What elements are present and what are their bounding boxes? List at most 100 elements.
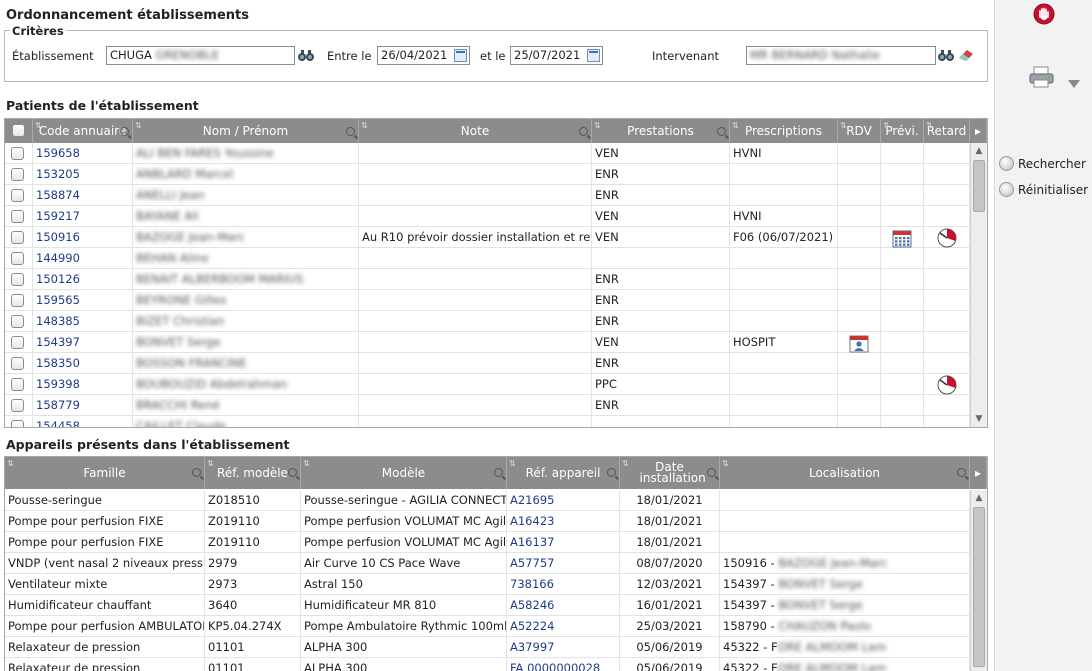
sort-icon[interactable]: ⇅ xyxy=(509,458,516,469)
table-row[interactable]: Humidificateur chauffant 3640 Humidificate… xyxy=(5,595,970,616)
row-checkbox[interactable] xyxy=(11,189,24,202)
row-checkbox[interactable] xyxy=(11,168,24,181)
cell-code[interactable]: 158779 xyxy=(33,395,133,416)
column-header-date[interactable]: Date installation ⇅ xyxy=(620,457,720,489)
search-icon[interactable] xyxy=(607,468,616,477)
cell-refapp[interactable]: FA 0000000028 xyxy=(507,658,620,671)
search-icon[interactable] xyxy=(579,127,588,136)
search-icon[interactable] xyxy=(346,127,355,136)
sort-icon[interactable]: ⇅ xyxy=(926,120,933,131)
table-row[interactable]: 159658 ALI BEN FARES Youssine VEN HVNI xyxy=(5,143,970,164)
row-checkbox[interactable] xyxy=(11,210,24,223)
cell-refapp[interactable]: A52224 xyxy=(507,616,620,637)
column-menu-icon[interactable]: ▸ xyxy=(970,119,987,143)
column-header-famille[interactable]: Famille ⇅ xyxy=(5,457,205,489)
table-row[interactable]: 150916 BAZOGE Jean-Marc Au R10 prévoir dos… xyxy=(5,227,970,248)
cell-code[interactable]: 150916 xyxy=(33,227,133,248)
cell-refapp[interactable]: A16137 xyxy=(507,532,620,553)
column-header-chk[interactable] xyxy=(5,119,33,143)
cell-refapp[interactable]: A21695 xyxy=(507,490,620,511)
table-row[interactable]: Relaxateur de pression 01101 ALPHA 300 FA 0… xyxy=(5,658,970,671)
sort-icon[interactable]: ⇅ xyxy=(35,120,42,131)
cell-code[interactable]: 159217 xyxy=(33,206,133,227)
table-row[interactable]: Pompe pour perfusion FIXE Z019110 Pompe pe… xyxy=(5,511,970,532)
cell-code[interactable]: 159565 xyxy=(33,290,133,311)
devices-scrollbar[interactable]: ▲ xyxy=(970,490,987,671)
cell-refapp[interactable]: A57757 xyxy=(507,553,620,574)
row-checkbox[interactable] xyxy=(11,294,24,307)
intervenant-input[interactable]: MR BERNARD Nathalie xyxy=(746,46,936,65)
table-row[interactable]: Relaxateur de pression 01101 ALPHA 300 A379… xyxy=(5,637,970,658)
column-header-refmod[interactable]: Réf. modèle ⇅ xyxy=(205,457,301,489)
calendar-icon[interactable] xyxy=(587,49,600,62)
sort-icon[interactable]: ⇅ xyxy=(207,458,214,469)
delay-pie-icon[interactable] xyxy=(937,228,957,248)
column-header-presc[interactable]: Prescriptions ⇅ xyxy=(730,119,838,143)
table-row[interactable]: 153205 ANBLARD Marcel ENR xyxy=(5,164,970,185)
cell-refapp[interactable]: 738166 xyxy=(507,574,620,595)
column-header-retard[interactable]: Retard ⇅ xyxy=(924,119,970,143)
scroll-down-icon[interactable]: ▼ xyxy=(973,412,985,426)
calendar-appointment-icon[interactable] xyxy=(849,333,869,353)
cell-code[interactable]: 154458 xyxy=(33,416,133,427)
sort-icon[interactable]: ⇅ xyxy=(722,458,729,469)
patients-scrollbar[interactable]: ▲ ▼ xyxy=(970,143,987,427)
column-menu-icon[interactable]: ▸ xyxy=(970,457,987,489)
sort-icon[interactable]: ⇅ xyxy=(732,120,739,131)
cell-code[interactable]: 159658 xyxy=(33,143,133,164)
column-header-code[interactable]: Code annuaire ⇅ xyxy=(33,119,133,143)
table-row[interactable]: 154397 BONVET Serge VEN HOSPIT xyxy=(5,332,970,353)
row-checkbox[interactable] xyxy=(11,231,24,244)
reset-button[interactable]: Réinitialiser xyxy=(999,182,1088,197)
table-row[interactable]: Pompe pour perfusion FIXE Z019110 Pompe pe… xyxy=(5,532,970,553)
row-checkbox[interactable] xyxy=(11,357,24,370)
select-all-checkbox[interactable] xyxy=(12,124,25,137)
calendar-forecast-icon[interactable] xyxy=(892,228,912,248)
scroll-thumb[interactable] xyxy=(973,507,985,667)
table-row[interactable]: 158874 ANELLI Jean ENR xyxy=(5,185,970,206)
row-checkbox[interactable] xyxy=(11,336,24,349)
row-checkbox[interactable] xyxy=(11,147,24,160)
scroll-thumb[interactable] xyxy=(973,160,985,212)
table-row[interactable]: 154458 CAILLET Claude xyxy=(5,416,970,427)
cell-code[interactable]: 158874 xyxy=(33,185,133,206)
table-row[interactable]: 158350 BOSSON FRANCINE ENR xyxy=(5,353,970,374)
column-header-prest[interactable]: Prestations ⇅ xyxy=(592,119,730,143)
search-button[interactable]: Rechercher xyxy=(999,156,1086,171)
cell-refapp[interactable]: A16423 xyxy=(507,511,620,532)
cell-code[interactable]: 159398 xyxy=(33,374,133,395)
sort-icon[interactable]: ⇅ xyxy=(135,120,142,131)
search-icon[interactable] xyxy=(717,127,726,136)
row-checkbox[interactable] xyxy=(11,399,24,412)
column-header-modele[interactable]: Modèle ⇅ xyxy=(301,457,507,489)
row-checkbox[interactable] xyxy=(11,420,24,427)
sort-icon[interactable]: ⇅ xyxy=(361,120,368,131)
row-checkbox[interactable] xyxy=(11,273,24,286)
cell-code[interactable]: 154397 xyxy=(33,332,133,353)
column-header-name[interactable]: Nom / Prénom ⇅ xyxy=(133,119,359,143)
search-icon[interactable] xyxy=(120,127,129,136)
table-row[interactable]: 148385 BIZET Christian ENR xyxy=(5,311,970,332)
sort-icon[interactable]: ⇅ xyxy=(840,120,847,131)
column-header-previ[interactable]: Prévi. ⇅ xyxy=(881,119,924,143)
cell-code[interactable]: 158350 xyxy=(33,353,133,374)
cell-code[interactable]: 150126 xyxy=(33,269,133,290)
table-row[interactable]: 158779 BRACCHI René ENR xyxy=(5,395,970,416)
delay-pie-icon[interactable] xyxy=(937,375,957,395)
row-checkbox[interactable] xyxy=(11,252,24,265)
table-row[interactable]: VNDP (vent nasal 2 niveaux pression) 2979… xyxy=(5,553,970,574)
cell-refapp[interactable]: A58246 xyxy=(507,595,620,616)
sort-icon[interactable]: ⇅ xyxy=(883,120,890,131)
column-header-note[interactable]: Note ⇅ xyxy=(359,119,592,143)
table-row[interactable]: 159217 BAYANE Ali VEN HVNI xyxy=(5,206,970,227)
cell-refapp[interactable]: A37997 xyxy=(507,637,620,658)
eraser-icon[interactable] xyxy=(958,48,974,62)
cell-code[interactable]: 153205 xyxy=(33,164,133,185)
table-row[interactable]: Ventilateur mixte 2973 Astral 150 738166 12/… xyxy=(5,574,970,595)
column-header-loc[interactable]: Localisation ⇅ xyxy=(720,457,970,489)
table-row[interactable]: 159398 BOUBOUZID Abdelrahman PPC xyxy=(5,374,970,395)
column-header-refapp[interactable]: Réf. appareil ⇅ xyxy=(507,457,620,489)
sort-icon[interactable]: ⇅ xyxy=(303,458,310,469)
search-icon[interactable] xyxy=(957,468,966,477)
stop-hand-icon[interactable] xyxy=(1033,3,1055,25)
